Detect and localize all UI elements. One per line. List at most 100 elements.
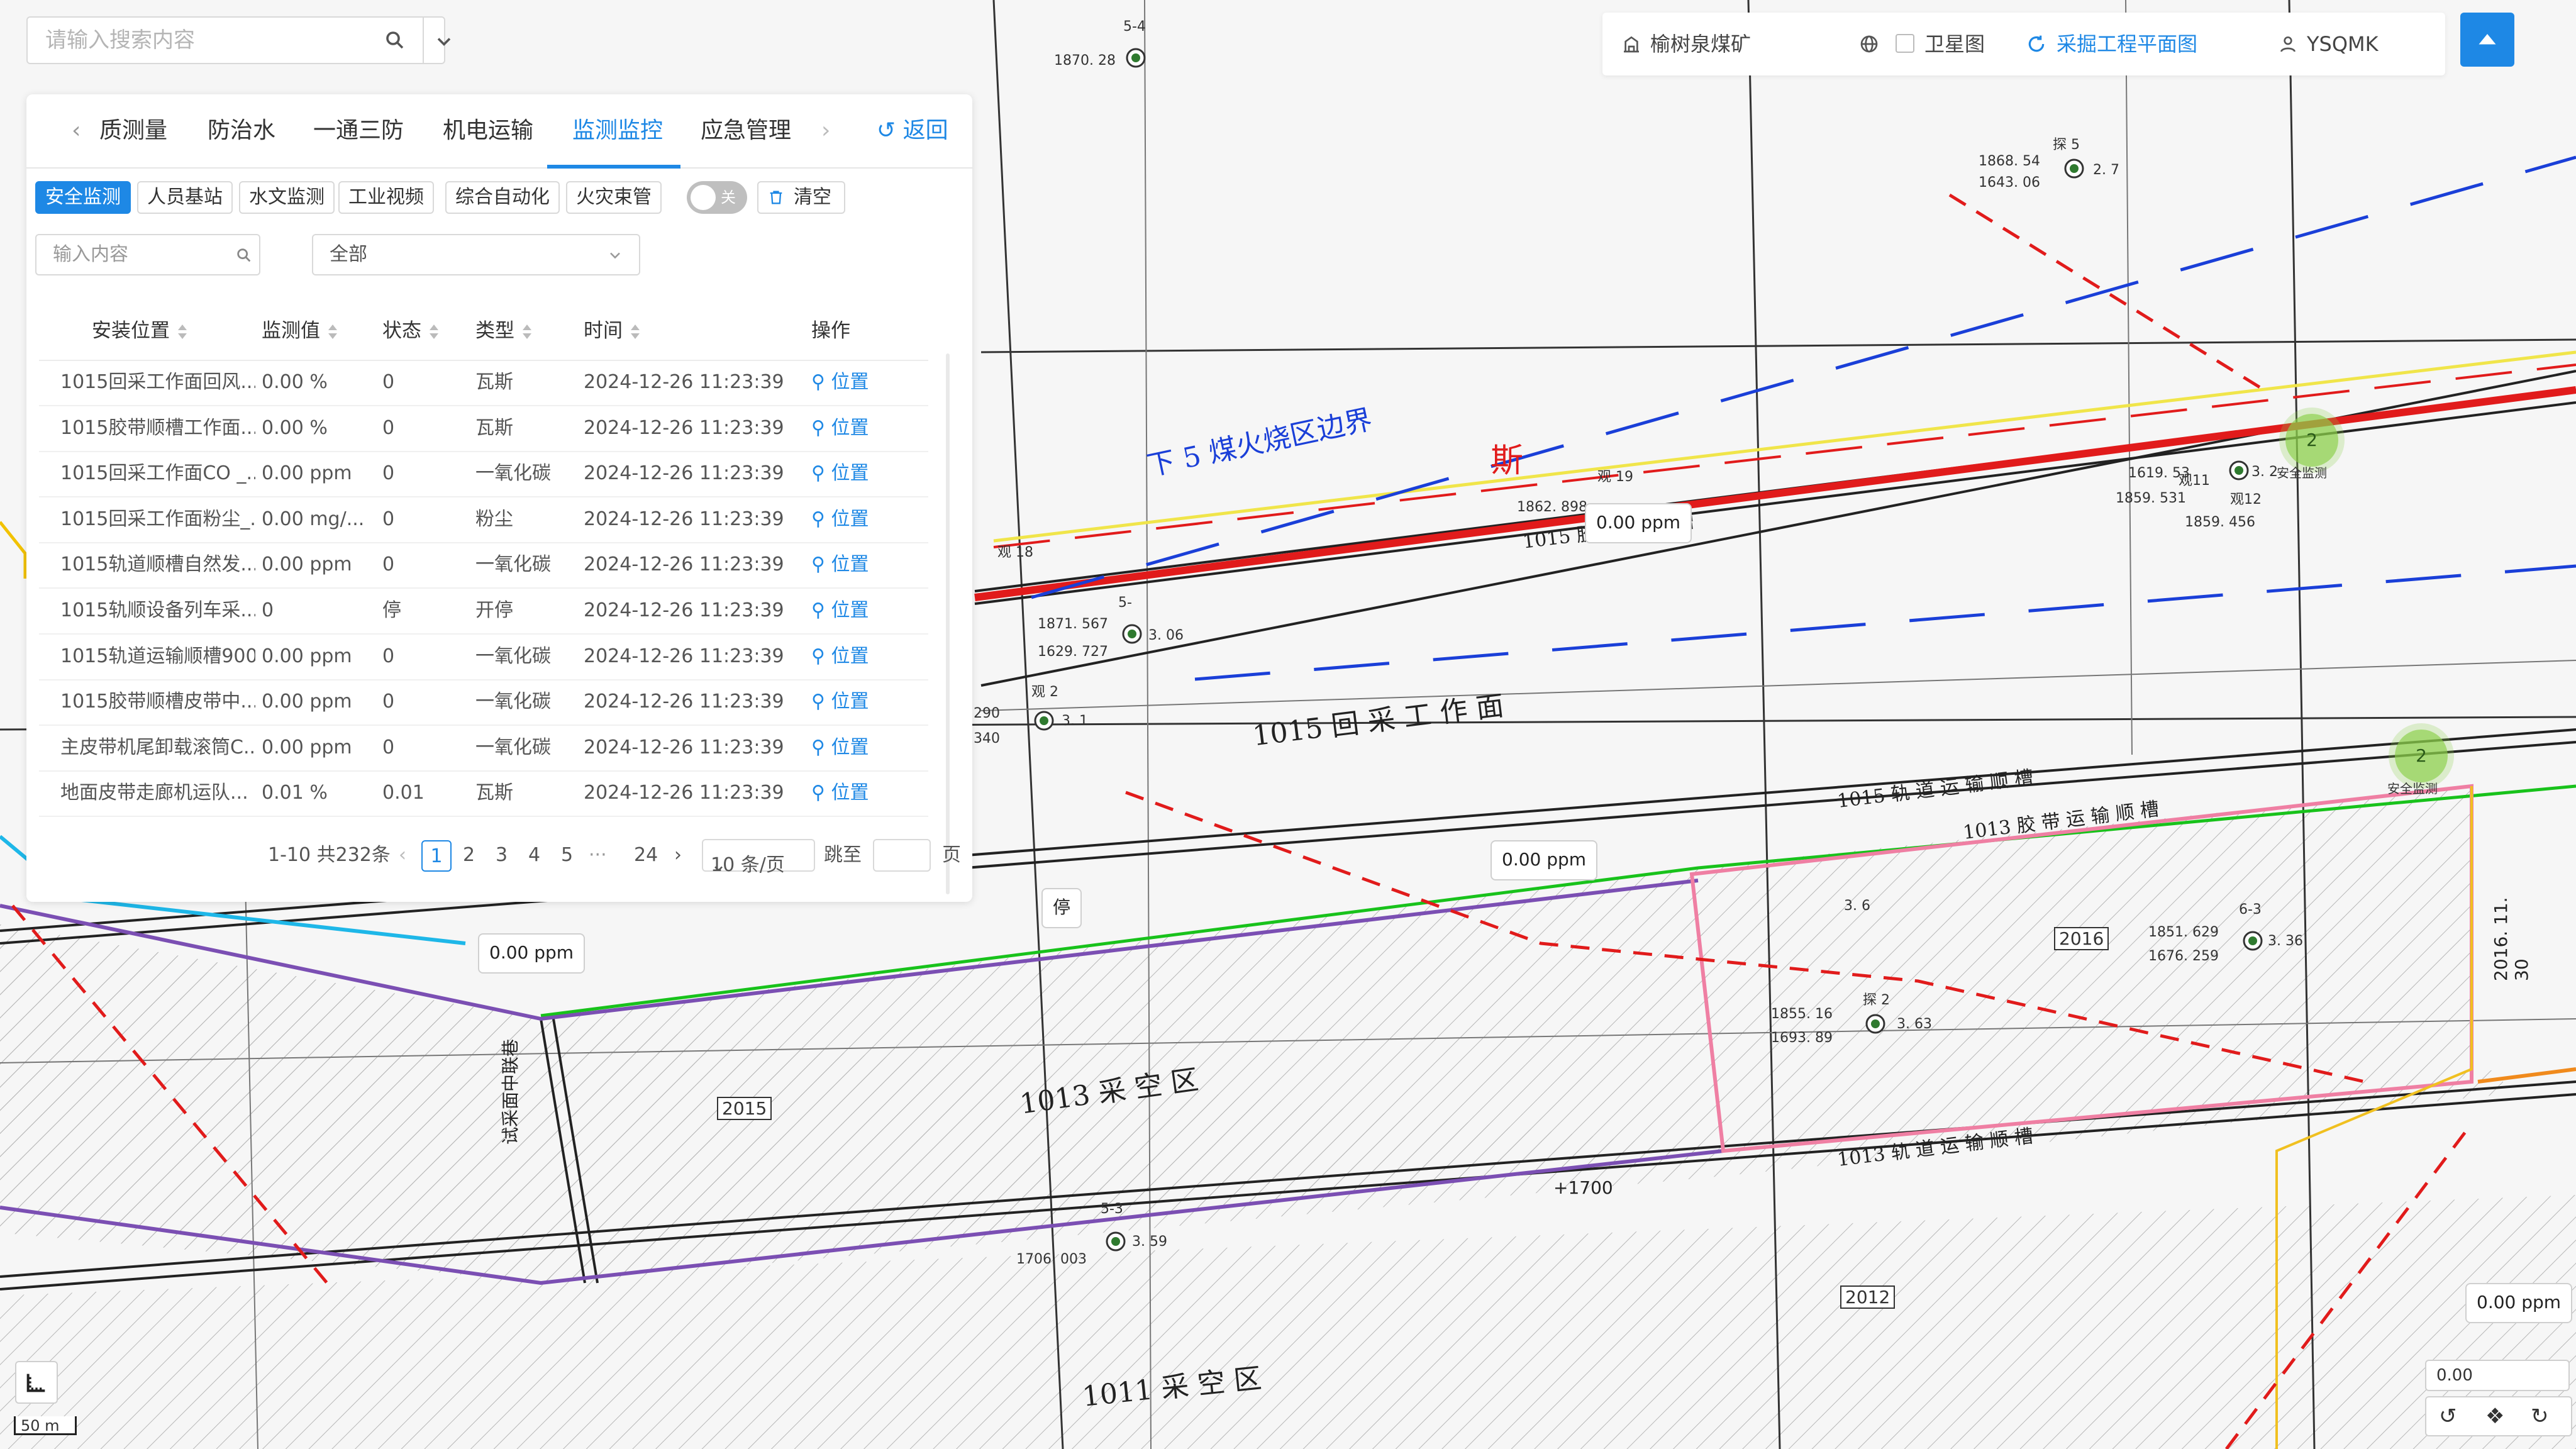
page-ellipsis[interactable]: ··· — [589, 830, 607, 880]
mine-name[interactable]: 榆树泉煤矿 — [1650, 13, 1751, 75]
search-icon[interactable] — [384, 29, 406, 52]
locate-link[interactable]: ⚲ 位置 — [811, 406, 906, 451]
rotate-right-icon[interactable]: ↻ — [2531, 1404, 2549, 1429]
locate-link[interactable]: ⚲ 位置 — [811, 497, 906, 542]
tab-water-control[interactable]: 防治水 — [208, 94, 275, 167]
page-2[interactable]: 2 — [463, 830, 475, 880]
cell-type: 瓦斯 — [475, 782, 513, 804]
table-row[interactable]: 1015轨道运输顺槽900... 0.00 ppm 0 一氧化碳 2024-12-26 … — [39, 634, 928, 680]
back-button[interactable]: ↺ 返回 — [877, 94, 948, 167]
locate-link[interactable]: ⚲ 位置 — [811, 451, 906, 496]
collapse-button[interactable] — [2460, 13, 2514, 67]
sensor-ppm-badge[interactable]: 0.00 ppm — [478, 933, 586, 974]
plan-map-link[interactable]: 采掘工程平面图 — [2057, 13, 2197, 75]
rotate-left-icon[interactable]: ↺ — [2439, 1404, 2457, 1429]
chevron-down-icon[interactable] — [433, 30, 455, 53]
page-24[interactable]: 24 — [634, 830, 658, 880]
sensor-stop-badge[interactable]: 停 — [1041, 888, 1082, 928]
sort-icon — [429, 324, 438, 340]
table-row[interactable]: 1015轨顺设备列车采... 0 停 开停 2024-12-26 11:23:39 ⚲ 位… — [39, 588, 928, 635]
cell-val: 0.00 ppm — [262, 691, 352, 713]
page-1[interactable]: 1 — [421, 840, 452, 872]
user-name[interactable]: YSQMK — [2307, 13, 2379, 75]
sensor-cluster[interactable]: 2 — [2285, 414, 2338, 467]
layers-button[interactable] — [15, 1361, 58, 1404]
compass-icon[interactable]: ❖ — [2485, 1404, 2504, 1429]
layer-toggle[interactable]: 关 — [687, 181, 747, 214]
col-type[interactable]: 类型 — [475, 302, 531, 360]
table-row[interactable]: 1015回采工作面粉尘_... 0.00 mg/... 0 粉尘 2024-12-26 … — [39, 497, 928, 543]
locate-link[interactable]: ⚲ 位置 — [811, 542, 906, 587]
table-row[interactable]: 1015胶带顺槽工作面... 0.00 % 0 瓦斯 2024-12-26 11:23:… — [39, 406, 928, 452]
locate-label: 位置 — [831, 782, 869, 804]
clear-button[interactable]: 清空 — [757, 181, 845, 214]
col-value[interactable]: 监测值 — [262, 302, 337, 360]
type-select[interactable]: 全部 — [312, 234, 640, 275]
pin-icon: ⚲ — [811, 416, 831, 439]
sensor-cluster[interactable]: 2 — [2395, 730, 2448, 782]
cell-time: 2024-12-26 11:23:39 — [584, 508, 784, 530]
locate-link[interactable]: ⚲ 位置 — [811, 634, 906, 679]
col-location[interactable]: 安装位置 — [92, 302, 187, 360]
table-row[interactable]: 1015胶带顺槽皮带中... 0.00 ppm 0 一氧化碳 2024-12-26 11… — [39, 679, 928, 726]
page-size-select[interactable]: 10 条/页 ⌄ — [702, 839, 815, 876]
cell-loc: 1015胶带顺槽皮带中... — [60, 691, 255, 713]
table-row[interactable]: 地面皮带走廊机运队... 0.01 % 0.01 瓦斯 2024-12-26 11:23… — [39, 770, 928, 818]
tab-emergency[interactable]: 应急管理 — [701, 94, 791, 167]
user-icon — [2280, 36, 2296, 52]
cell-loc: 1015轨顺设备列车采... — [60, 599, 255, 621]
locate-label: 位置 — [831, 416, 869, 439]
jump-input[interactable] — [873, 839, 931, 872]
pin-icon: ⚲ — [811, 782, 831, 804]
chip-safety-monitoring[interactable]: 安全监测 — [35, 181, 131, 214]
chevron-left-icon[interactable]: ‹ — [72, 94, 80, 167]
locate-link[interactable]: ⚲ 位置 — [811, 770, 906, 816]
page-3[interactable]: 3 — [496, 830, 508, 880]
tab-measurement[interactable]: 质测量 — [99, 94, 167, 167]
cell-val: 0.00 ppm — [262, 645, 352, 667]
col-action: 操作 — [811, 319, 850, 342]
sensor-ppm-badge[interactable]: 0.00 ppm — [2465, 1283, 2573, 1323]
col-time[interactable]: 时间 — [584, 302, 640, 360]
table-row[interactable]: 主皮带机尾卸载滚筒C... 0.00 ppm 0 一氧化碳 2024-12-26 11:… — [39, 725, 928, 772]
chip-fire-tube[interactable]: 火灾束管 — [566, 181, 662, 214]
cell-loc: 1015回采工作面CO _... — [60, 462, 255, 485]
filter-input[interactable]: 输入内容 — [35, 234, 260, 275]
chip-personnel-station[interactable]: 人员基站 — [137, 181, 233, 214]
satellite-label[interactable]: 卫星图 — [1924, 13, 1985, 75]
chevron-right-icon[interactable]: › — [821, 94, 830, 167]
chip-automation[interactable]: 综合自动化 — [445, 181, 560, 214]
page-4[interactable]: 4 — [528, 830, 540, 880]
cell-time: 2024-12-26 11:23:39 — [584, 371, 784, 393]
sensor-ppm-badge[interactable]: 0.00 ppm — [1585, 503, 1692, 543]
tab-electromechanical[interactable]: 机电运输 — [443, 94, 533, 167]
cell-loc: 主皮带机尾卸载滚筒C... — [60, 736, 255, 758]
table-scrollbar[interactable] — [946, 353, 950, 894]
locate-link[interactable]: ⚲ 位置 — [811, 360, 906, 405]
chip-hydrology[interactable]: 水文监测 — [239, 181, 335, 214]
prev-page-icon[interactable]: ‹ — [399, 830, 406, 880]
table-row[interactable]: 1015回采工作面回风... 0.00 % 0 瓦斯 2024-12-26 11:23:… — [39, 360, 928, 406]
tab-monitoring[interactable]: 监测监控 — [572, 94, 663, 167]
next-page-icon[interactable]: › — [674, 830, 682, 880]
chip-industrial-video[interactable]: 工业视频 — [338, 181, 434, 214]
cell-val: 0.01 % — [262, 782, 328, 804]
tab-ventilation[interactable]: 一通三防 — [313, 94, 404, 167]
satellite-checkbox[interactable] — [1896, 34, 1914, 53]
sort-icon — [522, 324, 531, 340]
cell-state: 0 — [382, 553, 395, 576]
table-row[interactable]: 1015回采工作面CO _... 0.00 ppm 0 一氧化碳 2024-12-26 … — [39, 451, 928, 498]
locate-link[interactable]: ⚲ 位置 — [811, 588, 906, 633]
locate-link[interactable]: ⚲ 位置 — [811, 679, 906, 724]
page-5[interactable]: 5 — [561, 830, 573, 880]
table-row[interactable]: 1015轨道顺槽自然发... 0.00 ppm 0 一氧化碳 2024-12-26 11… — [39, 542, 928, 589]
map-search[interactable]: 请输入搜索内容 — [26, 16, 451, 64]
locate-link[interactable]: ⚲ 位置 — [811, 725, 906, 770]
cluster-label: 安全监测 — [2277, 465, 2327, 480]
search-input[interactable]: 请输入搜索内容 — [45, 18, 195, 63]
cell-val: 0.00 ppm — [262, 462, 352, 485]
col-state[interactable]: 状态 — [382, 302, 438, 360]
pin-icon: ⚲ — [811, 691, 831, 713]
search-icon[interactable] — [235, 247, 253, 264]
sensor-ppm-badge[interactable]: 0.00 ppm — [1491, 840, 1598, 880]
